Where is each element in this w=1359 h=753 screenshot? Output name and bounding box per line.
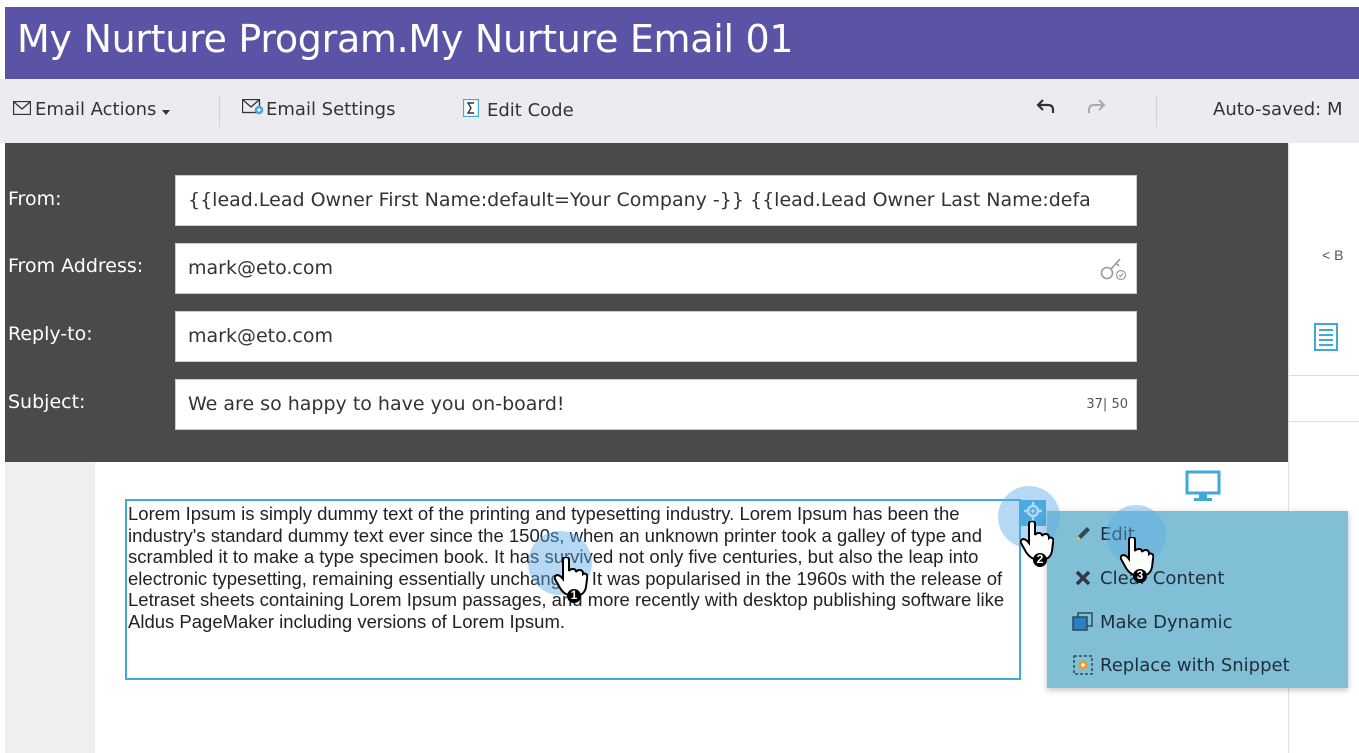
- device-preview-toggle: [1185, 470, 1263, 507]
- panel-divider: [1289, 421, 1359, 422]
- email-actions-button[interactable]: Email Actions: [12, 99, 171, 120]
- from-address-value: mark@eto.com: [188, 257, 334, 279]
- step-number: 1: [570, 588, 578, 602]
- from-field[interactable]: {{lead.Lead Owner First Name:default=You…: [175, 175, 1137, 226]
- from-label: From:: [8, 188, 62, 210]
- document-icon[interactable]: [1314, 323, 1338, 356]
- hand-cursor-step-1: 1: [553, 555, 589, 608]
- menu-item-replace-with-snippet[interactable]: Replace with Snippet: [1072, 654, 1290, 676]
- email-header-panel: From: {{lead.Lead Owner First Name:defau…: [5, 143, 1288, 462]
- mobile-icon[interactable]: [1243, 471, 1263, 506]
- hand-cursor-step-3: 3: [1119, 535, 1155, 588]
- snippet-icon: [1072, 654, 1094, 676]
- block-context-menu: Edit Clear Content Make Dynamic Replace …: [1047, 511, 1348, 688]
- email-settings-label: Email Settings: [266, 99, 396, 120]
- toolbar-divider: [1156, 95, 1157, 127]
- code-icon: [462, 98, 480, 122]
- envelope-icon: [12, 99, 32, 120]
- reply-to-label: Reply-to:: [8, 323, 93, 345]
- dynamic-icon: [1072, 611, 1094, 633]
- menu-item-label: Make Dynamic: [1100, 611, 1233, 633]
- back-link[interactable]: < B: [1322, 247, 1343, 263]
- toolbar: Email Actions Email Settings Edit Code A…: [0, 79, 1359, 143]
- reply-to-value: mark@eto.com: [188, 325, 334, 347]
- edit-code-label: Edit Code: [487, 100, 574, 121]
- desktop-icon[interactable]: [1185, 470, 1221, 507]
- from-address-field[interactable]: mark@eto.com: [175, 243, 1137, 294]
- from-address-label: From Address:: [8, 255, 144, 277]
- subject-label: Subject:: [8, 391, 86, 413]
- undo-icon: [1036, 98, 1056, 121]
- step-number: 3: [1136, 568, 1144, 582]
- panel-divider: [1289, 375, 1359, 376]
- autosave-status: Auto-saved: M: [1213, 99, 1343, 120]
- page-title: My Nurture Program.My Nurture Email 01: [17, 17, 794, 61]
- from-value: {{lead.Lead Owner First Name:default=You…: [188, 189, 1091, 211]
- hand-cursor-step-2: 2: [1019, 519, 1055, 572]
- title-bar: My Nurture Program.My Nurture Email 01: [5, 7, 1359, 79]
- menu-item-label: Clear Content: [1100, 567, 1225, 589]
- email-actions-label: Email Actions: [35, 99, 157, 120]
- reply-to-field[interactable]: mark@eto.com: [175, 311, 1137, 362]
- pencil-icon: [1072, 523, 1094, 545]
- menu-item-label: Replace with Snippet: [1100, 654, 1290, 676]
- caret-down-icon: [162, 99, 171, 120]
- email-settings-button[interactable]: Email Settings: [241, 98, 396, 120]
- redo-button[interactable]: [1086, 98, 1106, 121]
- step-number: 2: [1036, 552, 1044, 566]
- undo-button[interactable]: [1036, 98, 1056, 121]
- toolbar-divider: [219, 95, 220, 127]
- edit-code-button[interactable]: Edit Code: [462, 98, 574, 122]
- redo-icon: [1086, 98, 1106, 121]
- key-icon[interactable]: [1100, 255, 1128, 286]
- subject-char-counter: 37| 50: [1086, 397, 1128, 412]
- subject-field[interactable]: We are so happy to have you on-board! 37…: [175, 379, 1137, 430]
- x-icon: [1072, 567, 1094, 589]
- menu-item-make-dynamic[interactable]: Make Dynamic: [1072, 611, 1233, 633]
- email-settings-icon: [241, 98, 264, 120]
- subject-value: We are so happy to have you on-board!: [188, 393, 565, 415]
